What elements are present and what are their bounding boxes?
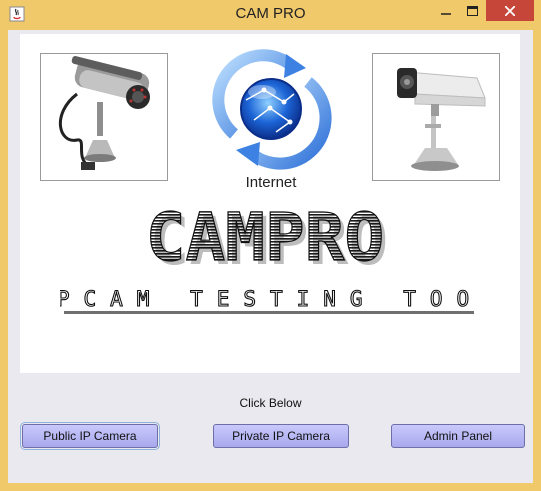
minimize-button[interactable] — [432, 0, 459, 21]
title-bar[interactable]: CAM PRO — [0, 0, 541, 30]
box-camera-icon — [397, 68, 486, 171]
tagline-underline — [64, 311, 474, 314]
minimize-icon — [440, 12, 451, 15]
campro-logo: CAMPRO CAMPRO — [145, 202, 388, 272]
close-icon — [505, 5, 515, 16]
tagline-text: IPCAM TESTING TOOL — [60, 287, 480, 311]
bullet-camera-image — [40, 53, 168, 181]
internet-globe-icon — [212, 49, 332, 170]
bullet-camera-icon — [59, 56, 150, 170]
app-window: CAM PRO Internet CAMPRO CAMPRO PCAM TEST… — [0, 0, 541, 491]
internet-graphic: Internet — [206, 46, 336, 191]
box-camera-image — [372, 53, 500, 181]
maximize-button[interactable] — [459, 0, 486, 21]
private-ip-camera-button[interactable]: Private IP Camera — [213, 424, 349, 448]
instruction-label: Click Below — [239, 396, 302, 410]
public-ip-camera-button[interactable]: Public IP Camera — [20, 422, 160, 450]
maximize-icon — [467, 5, 478, 16]
logo-text: CAMPRO — [146, 202, 384, 272]
admin-panel-button[interactable]: Admin Panel — [391, 424, 525, 448]
client-area: Internet CAMPRO CAMPRO PCAM TESTING TOO … — [8, 30, 533, 483]
banner-panel: Internet CAMPRO CAMPRO PCAM TESTING TOO — [20, 34, 520, 373]
close-button[interactable] — [486, 0, 534, 21]
internet-label: Internet — [245, 174, 297, 191]
tagline-graphic: IPCAM TESTING TOOL — [60, 286, 480, 314]
